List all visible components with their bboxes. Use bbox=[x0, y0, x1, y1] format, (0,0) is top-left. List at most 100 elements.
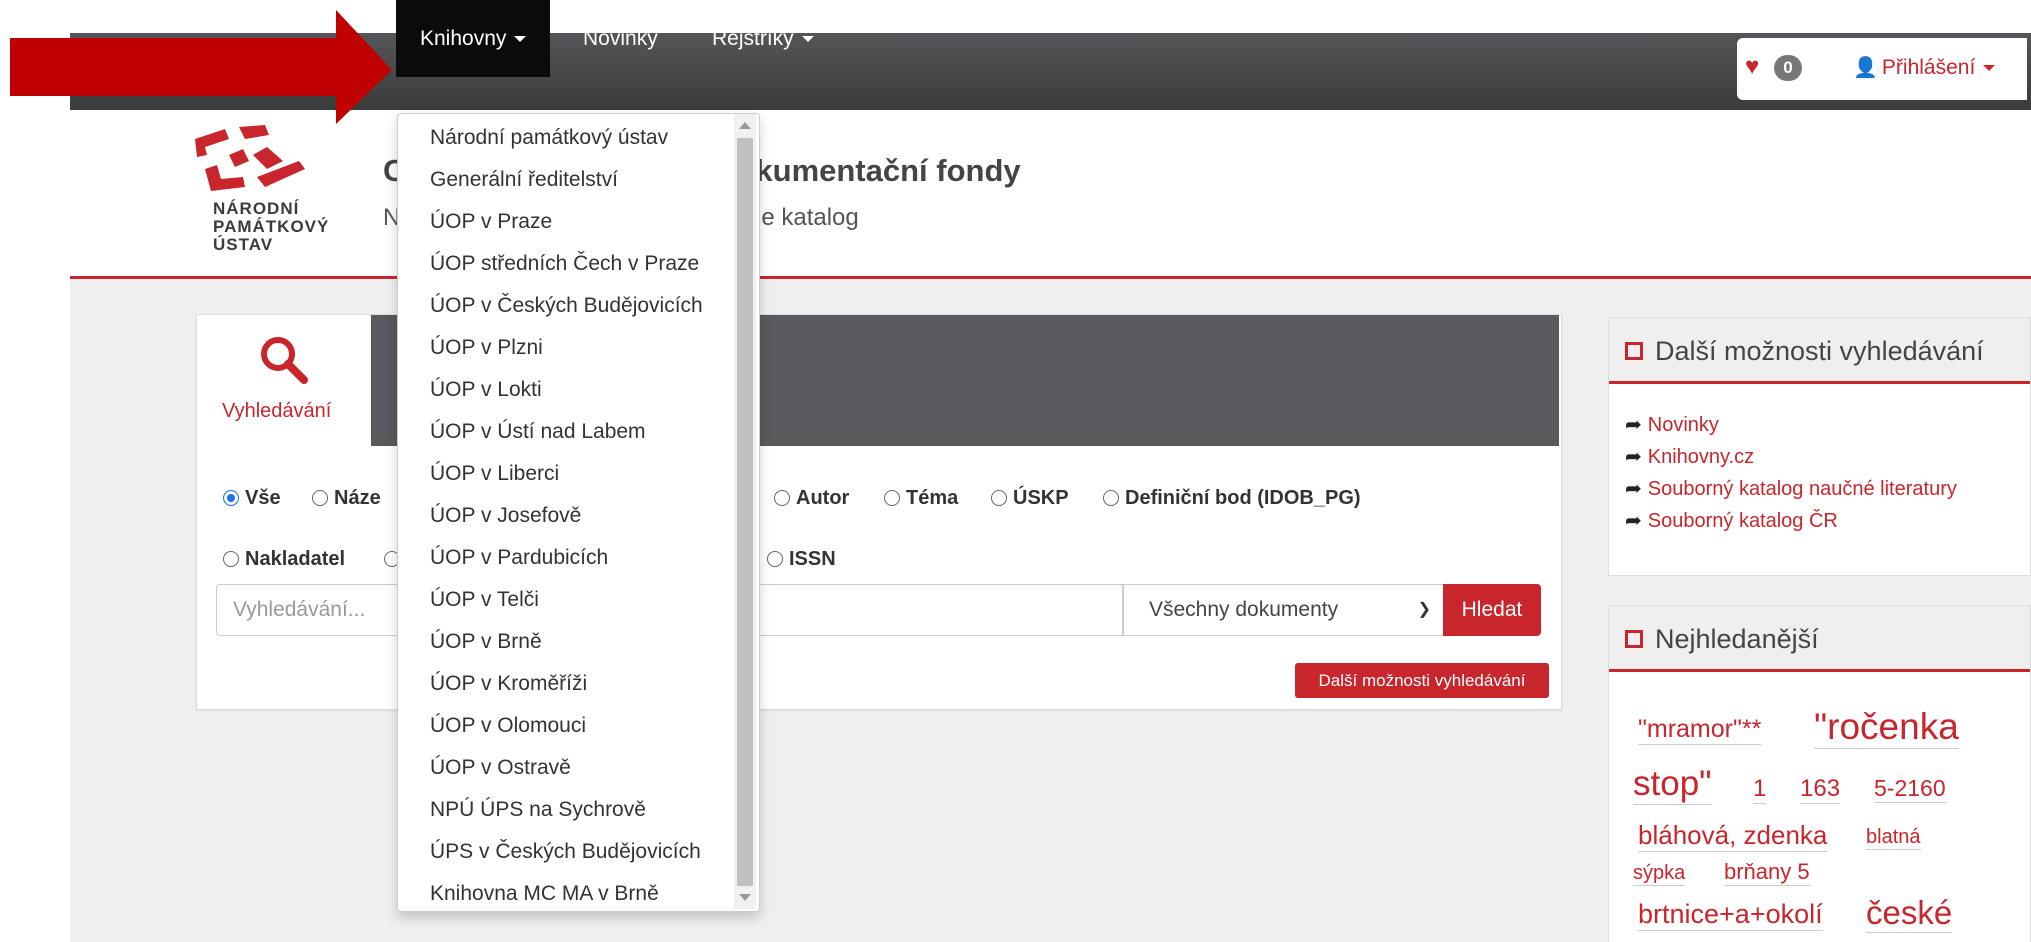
radio-icon bbox=[312, 490, 328, 506]
link-souborny-naucne[interactable]: ➦ Souborný katalog naučné literatury bbox=[1625, 476, 1957, 501]
most-searched-header: Nejhledanější bbox=[1609, 606, 2030, 672]
radio-all-label: Vše bbox=[245, 487, 281, 509]
frame-icon bbox=[1625, 630, 1643, 648]
radio-icon bbox=[991, 490, 1007, 506]
tag-item[interactable]: sýpka bbox=[1633, 862, 1686, 886]
dropdown-item[interactable]: ÚPS v Českých Budějovicích bbox=[430, 840, 701, 864]
nav-knihovny-label: Knihovny bbox=[420, 27, 507, 50]
dropdown-item[interactable]: ÚOP středních Čech v Praze bbox=[430, 252, 699, 276]
nav-novinky[interactable]: Novinky bbox=[559, 0, 682, 77]
dropdown-item[interactable]: ÚOP v Plzni bbox=[430, 336, 543, 360]
radio-icon bbox=[223, 551, 239, 567]
tag-item[interactable]: "ročenka bbox=[1814, 706, 1959, 749]
link-souborny-cr[interactable]: ➦ Souborný katalog ČR bbox=[1625, 508, 1838, 533]
frame-icon bbox=[1625, 342, 1643, 360]
dropdown-item[interactable]: ÚOP v Ústí nad Labem bbox=[430, 420, 646, 444]
arrow-icon: ➦ bbox=[1625, 446, 1642, 468]
tag-item[interactable]: "mramor"** bbox=[1638, 715, 1762, 745]
dropdown-item[interactable]: Knihovna MC MA v Brně bbox=[430, 882, 659, 906]
link-souborny-naucne-label: Souborný katalog naučné literatury bbox=[1647, 478, 1957, 500]
link-souborny-cr-label: Souborný katalog ČR bbox=[1647, 510, 1838, 532]
dropdown-item[interactable]: ÚOP v Telči bbox=[430, 588, 539, 612]
search-button[interactable]: Hledat bbox=[1443, 584, 1541, 636]
dropdown-item[interactable]: ÚOP v Lokti bbox=[430, 378, 542, 402]
knihovny-dropdown-menu: Národní památkový ústav Generální ředite… bbox=[397, 113, 760, 912]
radio-title-label: Náze bbox=[334, 487, 381, 509]
link-novinky-label: Novinky bbox=[1647, 414, 1719, 436]
user-icon: 👤 bbox=[1853, 57, 1878, 79]
red-arrow-annotation bbox=[10, 10, 392, 124]
radio-uskp[interactable]: ÚSKP bbox=[991, 487, 1069, 510]
caret-down-icon bbox=[801, 36, 814, 43]
radio-issn-label: ISSN bbox=[789, 548, 836, 570]
tag-item[interactable]: brtnice+a+okolí bbox=[1638, 899, 1823, 931]
radio-issn[interactable]: ISSN bbox=[767, 548, 836, 571]
dropdown-item[interactable]: ÚOP v Praze bbox=[430, 210, 552, 234]
more-options-header: Další možnosti vyhledávání bbox=[1609, 318, 2030, 384]
link-knihovny-cz[interactable]: ➦ Knihovny.cz bbox=[1625, 444, 1754, 469]
radio-publisher-label: Nakladatel bbox=[245, 548, 346, 570]
favorites-count-badge[interactable]: 0 bbox=[1774, 55, 1802, 81]
nav-rejstriky[interactable]: Rejstříky bbox=[688, 0, 838, 77]
chevron-down-icon: ❯ bbox=[1417, 601, 1431, 618]
arrow-icon: ➦ bbox=[1625, 510, 1642, 532]
tag-item[interactable]: české bbox=[1866, 894, 1953, 933]
scroll-down-icon[interactable] bbox=[739, 894, 751, 901]
document-type-value: Všechny dokumenty bbox=[1149, 598, 1339, 621]
dropdown-item[interactable]: ÚOP v Českých Budějovicích bbox=[430, 294, 703, 318]
dropdown-item[interactable]: ÚOP v Josefově bbox=[430, 504, 581, 528]
dropdown-item[interactable]: ÚOP v Pardubicích bbox=[430, 546, 608, 570]
more-options-panel: Další možnosti vyhledávání ➦ Novinky ➦ Kni… bbox=[1608, 317, 2031, 576]
radio-checked-icon bbox=[223, 490, 239, 506]
dropdown-item[interactable]: Národní památkový ústav bbox=[430, 126, 668, 150]
search-icon bbox=[261, 337, 308, 384]
radio-icon bbox=[774, 490, 790, 506]
arrow-icon: ➦ bbox=[1625, 478, 1642, 500]
caret-down-icon bbox=[1983, 65, 1996, 72]
login-label: Přihlášení bbox=[1881, 56, 1976, 79]
document-type-select[interactable]: Všechny dokumenty ❯ bbox=[1122, 584, 1444, 636]
radio-topic[interactable]: Téma bbox=[884, 487, 958, 510]
tag-item[interactable]: bláhová, zdenka bbox=[1638, 820, 1828, 852]
radio-title[interactable]: Náze bbox=[312, 487, 381, 510]
radio-author[interactable]: Autor bbox=[774, 487, 849, 510]
radio-idob-label: Definiční bod (IDOB_PG) bbox=[1125, 487, 1361, 509]
radio-idob[interactable]: Definiční bod (IDOB_PG) bbox=[1103, 487, 1361, 510]
tag-item[interactable]: 5-2160 bbox=[1874, 775, 1946, 803]
radio-topic-label: Téma bbox=[906, 487, 959, 509]
dropdown-item[interactable]: ÚOP v Liberci bbox=[430, 462, 559, 486]
scroll-up-icon[interactable] bbox=[739, 122, 751, 129]
radio-icon bbox=[884, 490, 900, 506]
dropdown-scrollbar-thumb[interactable] bbox=[737, 138, 753, 886]
most-searched-panel: Nejhledanější "mramor"** "ročenka stop" … bbox=[1608, 605, 2031, 942]
tag-item[interactable]: 163 bbox=[1800, 775, 1841, 804]
dropdown-item[interactable]: ÚOP v Ostravě bbox=[430, 756, 571, 780]
dropdown-item[interactable]: Generální ředitelství bbox=[430, 168, 618, 192]
link-novinky[interactable]: ➦ Novinky bbox=[1625, 412, 1719, 437]
link-knihovny-cz-label: Knihovny.cz bbox=[1647, 446, 1755, 468]
dropdown-item[interactable]: ÚOP v Olomouci bbox=[430, 714, 586, 738]
tag-item[interactable]: blatná bbox=[1866, 826, 1921, 850]
tag-item[interactable]: brňany 5 bbox=[1724, 859, 1810, 886]
nav-knihovny[interactable]: Knihovny bbox=[396, 0, 551, 77]
tag-item[interactable]: stop" bbox=[1633, 764, 1712, 805]
heart-icon[interactable]: ♥ bbox=[1745, 55, 1759, 79]
radio-publisher[interactable]: Nakladatel bbox=[223, 548, 345, 571]
caret-down-icon bbox=[514, 36, 527, 43]
nav-novinky-label: Novinky bbox=[583, 27, 658, 50]
logo-text: NÁRODNÍ PAMÁTKOVÝ ÚSTAV bbox=[213, 199, 330, 254]
login-button[interactable]: 👤 Přihlášení bbox=[1853, 54, 1996, 82]
npu-logo-mark[interactable] bbox=[195, 125, 310, 195]
most-searched-title: Nejhledanější bbox=[1655, 624, 1819, 654]
dropdown-item[interactable]: ÚOP v Brně bbox=[430, 630, 542, 654]
nav-rejstriky-label: Rejstříky bbox=[712, 27, 794, 50]
advanced-search-button[interactable]: Další možnosti vyhledávání bbox=[1295, 663, 1549, 698]
radio-icon bbox=[1103, 490, 1119, 506]
radio-all[interactable]: Vše bbox=[223, 487, 281, 510]
arrow-icon: ➦ bbox=[1625, 414, 1642, 436]
more-options-title: Další možnosti vyhledávání bbox=[1655, 336, 1984, 366]
tab-search-label: Vyhledávání bbox=[222, 400, 332, 422]
dropdown-item[interactable]: ÚOP v Kroměříži bbox=[430, 672, 587, 696]
dropdown-item[interactable]: NPÚ ÚPS na Sychrově bbox=[430, 798, 646, 822]
tag-item[interactable]: 1 bbox=[1753, 775, 1767, 804]
